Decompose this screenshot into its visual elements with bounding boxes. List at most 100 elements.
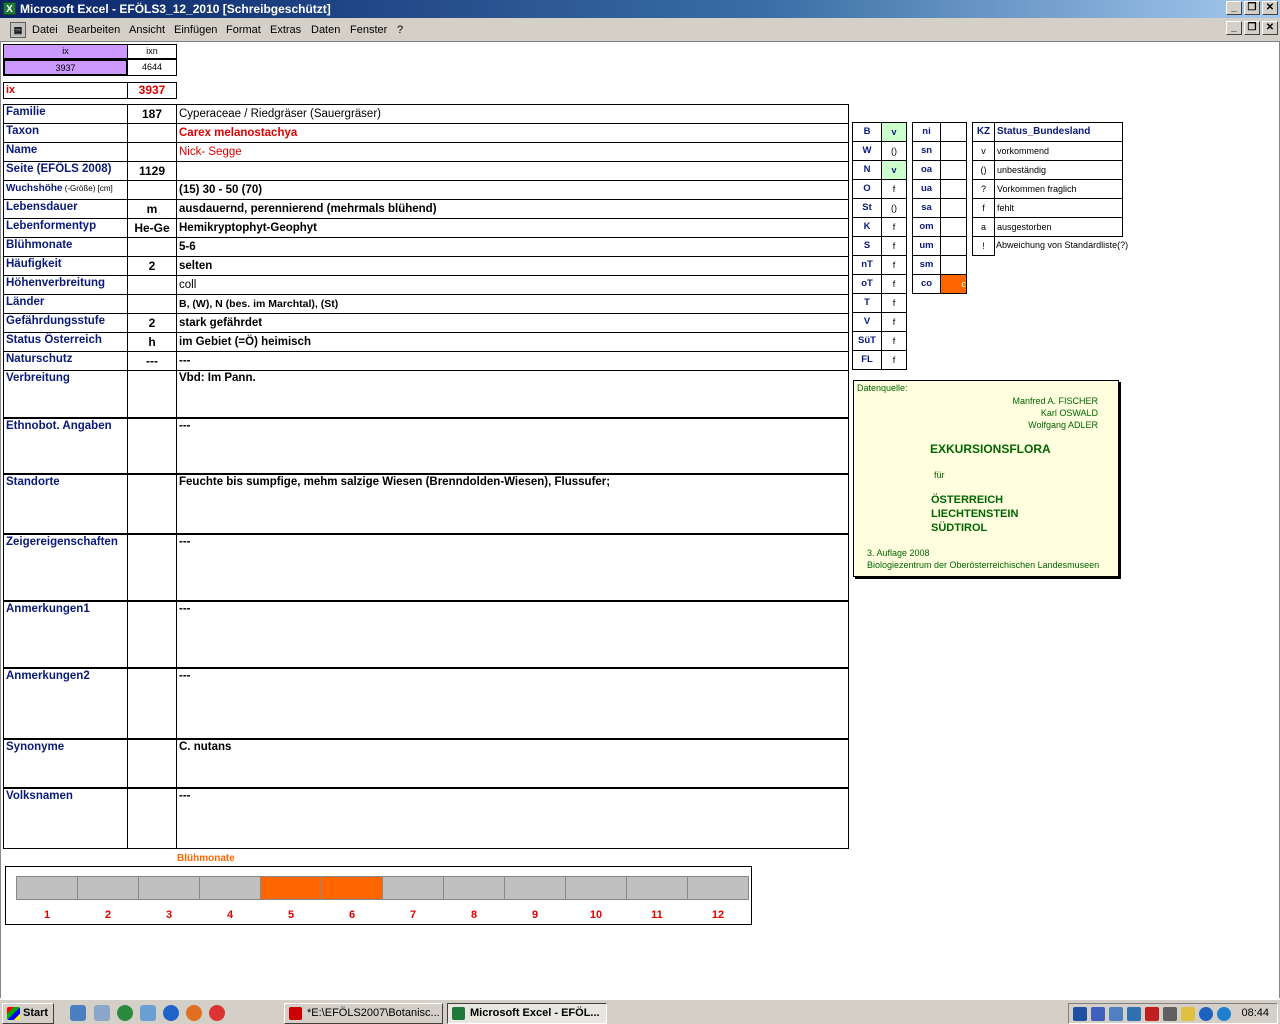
ix-big-value: 3937 xyxy=(127,82,177,99)
row-code xyxy=(127,180,177,200)
menu-extras[interactable]: Extras xyxy=(270,24,301,36)
row-code: 1129 xyxy=(127,161,177,181)
task-button-editor[interactable]: *E:\EFÖLS2007\Botanisc... xyxy=(284,1003,443,1024)
menu-datei[interactable]: Datei xyxy=(32,24,58,36)
bloom-bar-month-11 xyxy=(626,876,688,900)
editor-icon xyxy=(289,1007,302,1020)
bloom-bar-month-1 xyxy=(16,876,78,900)
row-label: Status Österreich xyxy=(3,332,128,352)
menu-fenster[interactable]: Fenster xyxy=(350,24,387,36)
workbook-icon[interactable]: ▤ xyxy=(10,22,26,38)
bloom-bar-month-10 xyxy=(565,876,627,900)
state-value: v xyxy=(881,122,907,142)
state-oT: oT xyxy=(852,274,882,294)
windows-logo-icon xyxy=(7,1007,20,1020)
zone-value xyxy=(940,141,967,161)
bloom-month-label: 11 xyxy=(651,909,663,921)
menu-help[interactable]: ? xyxy=(397,24,403,36)
state-value: f xyxy=(881,274,907,294)
row-value: B, (W), N (bes. im Marchtal), (St) xyxy=(176,294,849,314)
row-code xyxy=(127,123,177,143)
state-value: f xyxy=(881,217,907,237)
row-value: selten xyxy=(176,256,849,276)
row-code: 2 xyxy=(127,256,177,276)
row-label: Wuchshöhe (-Größe) [cm] xyxy=(3,180,128,200)
workbook-restore-button[interactable]: ❐ xyxy=(1244,21,1260,35)
legend-key: v xyxy=(972,141,995,161)
state-value: () xyxy=(881,141,907,161)
tray-warning-icon[interactable] xyxy=(1181,1007,1195,1021)
bloom-month-label: 3 xyxy=(165,909,173,921)
zone-oa: oa xyxy=(912,160,941,180)
tray-search-icon[interactable] xyxy=(1109,1007,1123,1021)
source-title: EXKURSIONSFLORA xyxy=(930,442,1051,456)
internet-explorer-icon[interactable] xyxy=(163,1005,179,1021)
row-label: Länder xyxy=(3,294,128,314)
row-code: --- xyxy=(127,351,177,371)
workbook-close-button[interactable]: ✕ xyxy=(1262,21,1278,35)
zone-ni: ni xyxy=(912,122,941,142)
explorer-icon[interactable] xyxy=(94,1005,110,1021)
row-value: 5-6 xyxy=(176,237,849,257)
row-code: m xyxy=(127,199,177,219)
minimize-button[interactable]: _ xyxy=(1226,1,1242,15)
zone-sm: sm xyxy=(912,255,941,275)
big-row-label: Volksnamen xyxy=(3,788,128,849)
tray-device-icon[interactable] xyxy=(1163,1007,1177,1021)
row-value: (15) 30 - 50 (70) xyxy=(176,180,849,200)
task-button-excel[interactable]: Microsoft Excel - EFÖL... xyxy=(447,1003,607,1024)
ix-label: ix xyxy=(3,82,128,99)
menu-einfügen[interactable]: Einfügen xyxy=(174,24,217,36)
firefox-icon[interactable] xyxy=(186,1005,202,1021)
row-value: --- xyxy=(176,351,849,371)
network-icon[interactable] xyxy=(140,1005,156,1021)
close-button[interactable]: ✕ xyxy=(1262,1,1278,15)
row-code xyxy=(127,294,177,314)
tray-network-icon[interactable] xyxy=(1073,1007,1087,1021)
restore-button[interactable]: ❐ xyxy=(1244,1,1260,15)
tray-security-icon[interactable] xyxy=(1091,1007,1105,1021)
tray-update-icon[interactable] xyxy=(1217,1007,1231,1021)
start-button[interactable]: Start xyxy=(2,1003,54,1024)
ix-input[interactable]: 3937 xyxy=(3,59,128,76)
big-row-value: --- xyxy=(176,668,849,739)
tray-shield-icon[interactable] xyxy=(1145,1007,1159,1021)
desktop-icon[interactable] xyxy=(70,1005,86,1021)
legend-key: ! xyxy=(972,236,995,256)
row-code: 2 xyxy=(127,313,177,333)
row-label: Häufigkeit xyxy=(3,256,128,276)
menu-ansicht[interactable]: Ansicht xyxy=(129,24,165,36)
chrome-icon[interactable] xyxy=(209,1005,225,1021)
source-authors: Manfred A. FISCHER Karl OSWALD Wolfgang AD… xyxy=(1012,396,1098,430)
bloom-month-label: 4 xyxy=(226,909,234,921)
legend-desc: Vorkommen fraglich xyxy=(994,179,1123,199)
bloom-month-label: 1 xyxy=(43,909,51,921)
excel-app-icon[interactable]: X xyxy=(3,2,16,15)
zone-om: om xyxy=(912,217,941,237)
state-value: f xyxy=(881,331,907,351)
state-value: v xyxy=(881,160,907,180)
worksheet[interactable]: ix ixn 3937 4644 ix 3937 Familie 187 Cyper… xyxy=(0,42,1280,998)
state-FL: FL xyxy=(852,350,882,370)
media-player-icon[interactable] xyxy=(117,1005,133,1021)
zone-value xyxy=(940,122,967,142)
source-label: Datenquelle: xyxy=(857,383,908,393)
state-V: V xyxy=(852,312,882,332)
excel-task-icon xyxy=(452,1007,465,1020)
row-value: im Gebiet (=Ö) heimisch xyxy=(176,332,849,352)
state-value: f xyxy=(881,255,907,275)
zone-value xyxy=(940,255,967,275)
legend-key: ? xyxy=(972,179,995,199)
bloom-bar-month-3 xyxy=(138,876,200,900)
menu-format[interactable]: Format xyxy=(226,24,261,36)
workbook-minimize-button[interactable]: _ xyxy=(1226,21,1242,35)
zone-value xyxy=(940,198,967,218)
state-N: N xyxy=(852,160,882,180)
menu-bearbeiten[interactable]: Bearbeiten xyxy=(67,24,120,36)
row-code: h xyxy=(127,332,177,352)
title-bar: X Microsoft Excel - EFÖLS3_12_2010 [Schr… xyxy=(0,0,1280,18)
tray-sync-icon[interactable] xyxy=(1127,1007,1141,1021)
legend-desc: vorkommend xyxy=(994,141,1123,161)
menu-daten[interactable]: Daten xyxy=(311,24,340,36)
tray-info-icon[interactable] xyxy=(1199,1007,1213,1021)
